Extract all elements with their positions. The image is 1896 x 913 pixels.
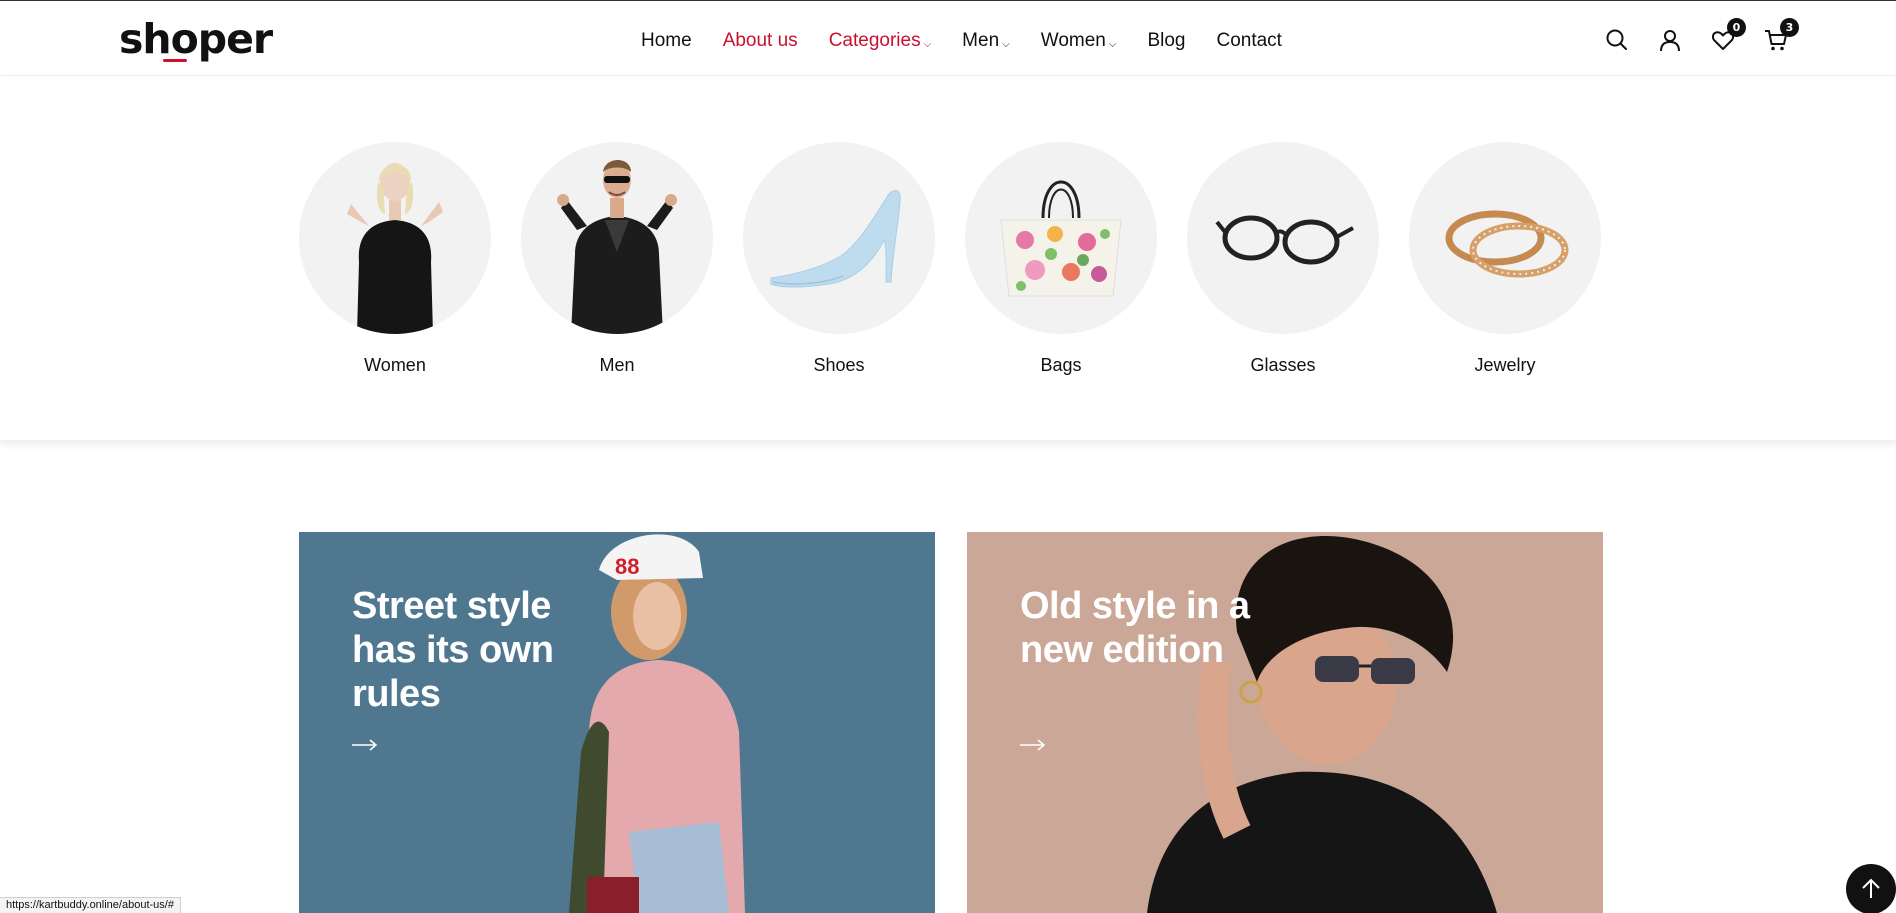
search-button[interactable] bbox=[1604, 27, 1630, 53]
category-jewelry-image bbox=[1409, 142, 1601, 334]
category-glasses[interactable]: Glasses bbox=[1187, 142, 1379, 376]
nav-men-label: Men bbox=[962, 30, 1000, 51]
arrow-right-icon[interactable] bbox=[1020, 738, 1046, 752]
nav-home-label: Home bbox=[641, 30, 692, 51]
category-men-image bbox=[521, 142, 713, 334]
category-jewelry-label: Jewelry bbox=[1474, 355, 1536, 375]
nav-home[interactable]: Home bbox=[641, 30, 692, 52]
site-logo[interactable]: shoper bbox=[119, 15, 273, 63]
back-to-top-button[interactable] bbox=[1846, 864, 1896, 913]
arrow-up-icon bbox=[1862, 878, 1880, 898]
nav-categories[interactable]: Categories ⌵ bbox=[829, 30, 931, 52]
arrow-right-icon[interactable] bbox=[352, 738, 378, 752]
category-shoes-label: Shoes bbox=[813, 355, 865, 375]
nav-women-label: Women bbox=[1040, 30, 1106, 51]
cart-button[interactable]: 3 bbox=[1763, 18, 1799, 53]
category-glasses-label: Glasses bbox=[1250, 355, 1316, 375]
nav-about-us-label: About us bbox=[722, 30, 798, 51]
nav-men[interactable]: Men ⌵ bbox=[962, 30, 1010, 52]
nav-categories-label: Categories bbox=[828, 30, 921, 51]
category-shoes[interactable]: Shoes bbox=[743, 142, 935, 376]
main-navigation: Home About us Categories ⌵ Men ⌵ Women ⌵ Bl… bbox=[641, 27, 1313, 55]
category-men-label: Men bbox=[599, 355, 635, 375]
high-heel-shoe-image bbox=[770, 190, 901, 288]
nav-blog-label: Blog bbox=[1147, 30, 1186, 51]
gold-rings-image bbox=[1445, 210, 1569, 278]
category-women-image bbox=[299, 142, 491, 334]
search-icon bbox=[1606, 29, 1627, 50]
women-model-image bbox=[347, 163, 443, 334]
category-glasses-image bbox=[1187, 142, 1379, 334]
floral-tote-bag-image bbox=[1000, 180, 1122, 297]
category-bags-label: Bags bbox=[1040, 355, 1082, 375]
logo-accent-underline bbox=[163, 59, 187, 62]
nav-blog[interactable]: Blog bbox=[1147, 30, 1185, 52]
category-bags-image bbox=[965, 142, 1157, 334]
nav-contact-label: Contact bbox=[1216, 30, 1282, 51]
user-icon bbox=[1660, 30, 1680, 52]
site-header: shoper Home About us Categories ⌵ Men ⌵ Wo… bbox=[0, 1, 1896, 76]
wishlist-button[interactable]: 0 bbox=[1710, 18, 1746, 53]
category-shoes-image bbox=[743, 142, 935, 334]
category-women-label: Women bbox=[364, 355, 426, 375]
category-men[interactable]: Men bbox=[521, 142, 713, 376]
nav-women[interactable]: Women ⌵ bbox=[1041, 30, 1117, 52]
nav-about-us[interactable]: About us bbox=[723, 30, 798, 52]
wishlist-count-badge: 0 bbox=[1727, 18, 1746, 37]
browser-status-url: https://kartbuddy.online/about-us/# bbox=[0, 897, 181, 913]
categories-mega-menu: Women Men Shoes Bags Glasses Jewelry bbox=[0, 77, 1896, 440]
men-model-image bbox=[557, 160, 677, 334]
cart-count-badge: 3 bbox=[1780, 18, 1799, 37]
svg-text:88: 88 bbox=[615, 554, 639, 579]
eyeglasses-image bbox=[1215, 215, 1354, 265]
chevron-down-icon: ⌵ bbox=[923, 38, 932, 50]
chevron-down-icon: ⌵ bbox=[1108, 38, 1117, 50]
category-jewelry[interactable]: Jewelry bbox=[1409, 142, 1601, 376]
category-bags[interactable]: Bags bbox=[965, 142, 1157, 376]
nav-contact[interactable]: Contact bbox=[1216, 30, 1281, 52]
banner-old-style-title: Old style in a new edition bbox=[1020, 585, 1250, 671]
account-button[interactable] bbox=[1657, 27, 1683, 53]
banner-old-style[interactable]: Old style in a new edition bbox=[967, 532, 1603, 913]
category-women[interactable]: Women bbox=[299, 142, 491, 376]
banner-street-style[interactable]: 88 Street style has its own rules bbox=[299, 532, 935, 913]
banner-street-style-title: Street style has its own rules bbox=[352, 585, 554, 715]
chevron-down-icon: ⌵ bbox=[1002, 38, 1010, 50]
